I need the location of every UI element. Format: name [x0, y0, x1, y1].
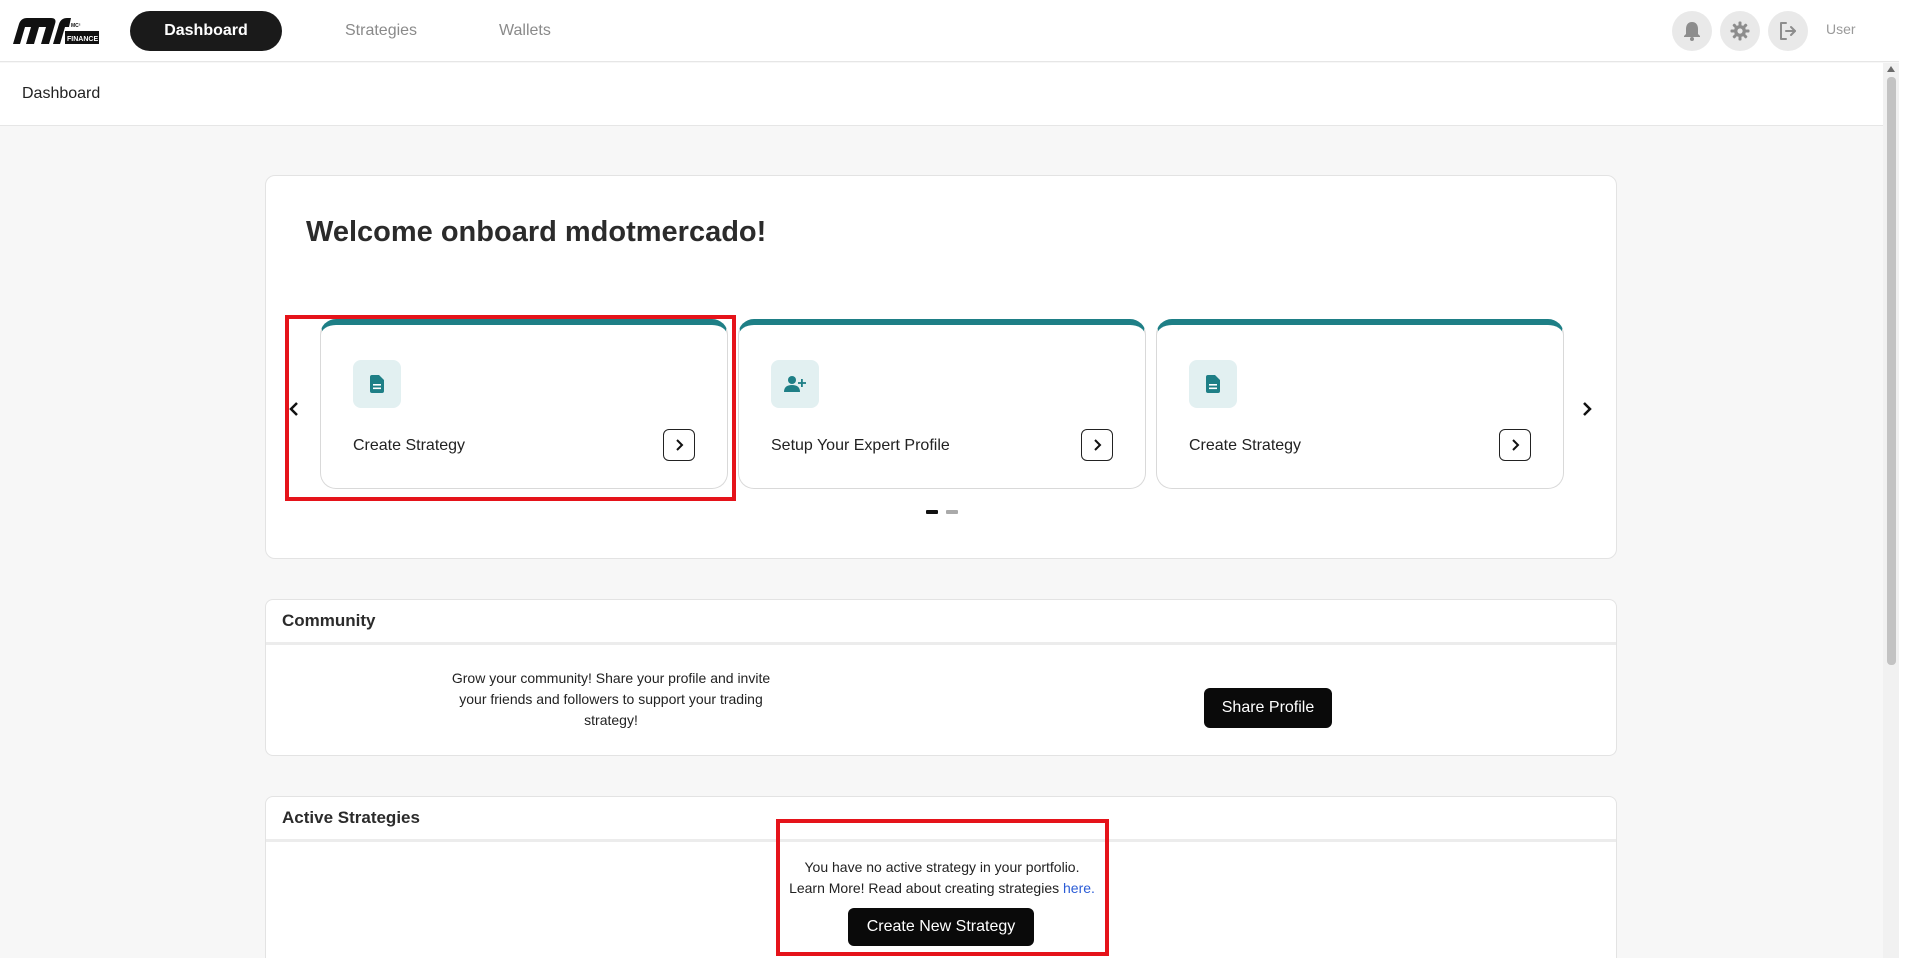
carousel-next-button[interactable]: [1579, 395, 1595, 423]
card-open-button[interactable]: [1081, 429, 1113, 461]
highlight-box: [285, 315, 736, 501]
chevron-right-icon: [1583, 402, 1592, 416]
scrollbar-thumb[interactable]: [1887, 77, 1896, 665]
add-user-icon: [784, 376, 806, 392]
bell-icon: [1684, 22, 1700, 41]
page-scrollbar[interactable]: [1883, 63, 1899, 958]
logout-button[interactable]: [1768, 11, 1808, 51]
community-title: Community: [266, 600, 1616, 645]
community-panel: Community Grow your community! Share you…: [265, 599, 1617, 756]
card-open-button[interactable]: [1499, 429, 1531, 461]
breadcrumb: Dashboard: [22, 85, 101, 102]
brand-logo[interactable]: FINANCE MC²: [13, 18, 99, 44]
quick-action-card[interactable]: Setup Your Expert Profile: [738, 319, 1146, 489]
svg-text:MC²: MC²: [71, 23, 81, 29]
community-description: Grow your community! Share your profile …: [451, 670, 771, 728]
settings-button[interactable]: [1720, 11, 1760, 51]
breadcrumb-bar: Dashboard: [0, 63, 1883, 126]
card-label: Setup Your Expert Profile: [771, 437, 950, 454]
card-icon-badge: [1189, 360, 1237, 408]
chevron-right-icon: [1094, 439, 1102, 451]
document-icon: [1206, 375, 1220, 393]
nav-tab-strategies[interactable]: Strategies: [345, 11, 417, 51]
nav-tab-wallets[interactable]: Wallets: [499, 11, 551, 51]
window-edge: [1899, 0, 1918, 958]
gear-icon: [1730, 21, 1750, 41]
card-icon-badge: [771, 360, 819, 408]
nav-tab-dashboard[interactable]: Dashboard: [130, 11, 282, 51]
card-label: Create Strategy: [1189, 437, 1302, 454]
top-nav: FINANCE MC² Dashboard Strategies Wallets: [0, 0, 1899, 62]
notifications-button[interactable]: [1672, 11, 1712, 51]
svg-text:FINANCE: FINANCE: [67, 36, 98, 43]
carousel-dot[interactable]: [946, 510, 958, 514]
logout-icon: [1780, 22, 1796, 40]
scroll-up-arrow-icon[interactable]: [1887, 66, 1895, 72]
welcome-title: Welcome onboard mdotmercado!: [306, 216, 767, 248]
highlight-box: [776, 819, 1109, 956]
chevron-right-icon: [1512, 439, 1520, 451]
carousel-dot-active[interactable]: [926, 510, 938, 514]
share-profile-button[interactable]: Share Profile: [1204, 688, 1332, 728]
user-menu[interactable]: User: [1826, 21, 1856, 37]
quick-action-card[interactable]: Create Strategy: [1156, 319, 1564, 489]
